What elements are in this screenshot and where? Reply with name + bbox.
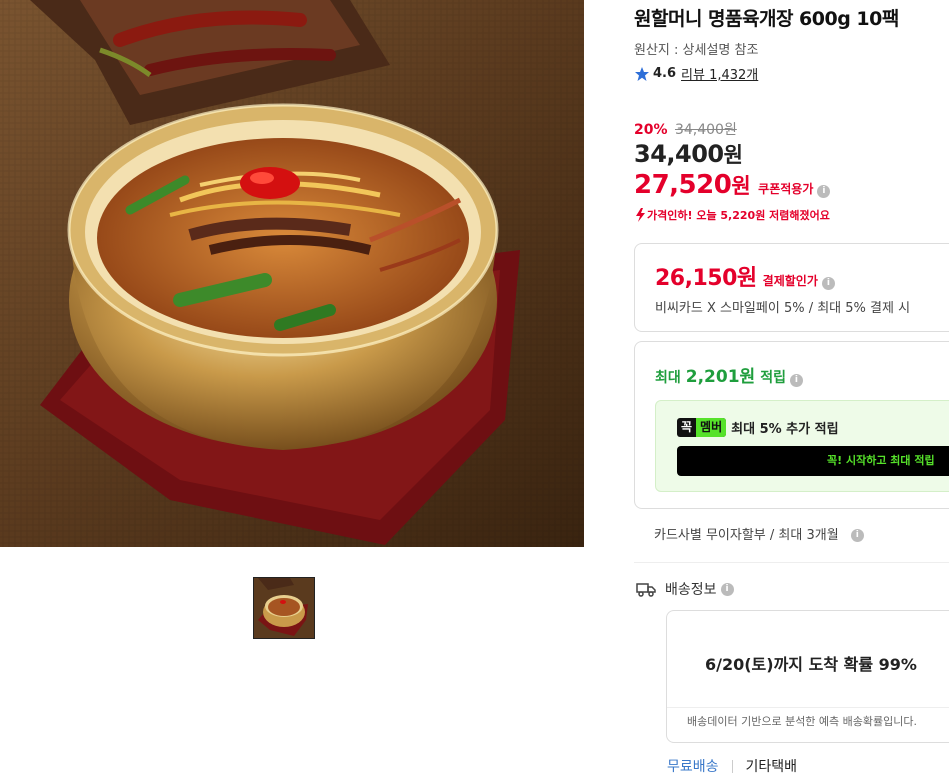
coupon-price-unit: 원 [731,174,751,198]
coupon-price-number: 27,520 [634,170,732,200]
card-discount-description: 비씨카드 X 스마일페이 5% / 최대 5% 결제 시 [655,301,911,316]
coupon-price-row: 27,520원 쿠폰적용가 i [634,170,831,200]
price-drop-text: 가격인하! 오늘 5,220원 저렴해졌어요 [647,209,830,222]
product-title: 원할머니 명품육개장 600g 10팩 [634,8,899,30]
shipping-estimate-box: 6/20(토)까지 도착 확률 99% 배송데이터 기반으로 분석한 예측 배송… [666,610,949,743]
info-icon[interactable]: i [850,529,864,542]
info-icon[interactable]: i [720,582,734,596]
membership-cta-button[interactable]: 꼭! 시작하고 최대 적립 [677,446,949,476]
reward-suffix: 적립 [760,370,786,386]
shipping-options: 무료배송 기타택배 [667,756,797,776]
card-price-unit: 원 [736,266,757,291]
card-price-row: 26,150원 결제할인가 i [655,260,835,292]
reward-box: 최대 2,201원 적립 i 꼭 멤버 최대 5% 추가 적립 꼭! 시작하고 … [634,341,949,509]
product-thumbnail[interactable] [253,577,315,639]
sale-price-unit: 원 [723,143,743,167]
price-drop-icon [636,208,645,222]
arrival-estimate: 6/20(토)까지 도착 확률 99% [705,655,917,674]
info-icon[interactable]: i [789,374,803,387]
discount-row: 20% 34,400원 [634,119,737,139]
sale-price-number: 34,400 [634,140,724,168]
section-divider [634,562,949,563]
card-discount-box[interactable]: 26,150원 결제할인가 i 비씨카드 X 스마일페이 5% / 최대 5% … [634,243,949,332]
installment-text: 카드사별 무이자할부 / 최대 3개월 [654,528,839,543]
card-discount-price: 26,150원 [655,260,757,292]
membership-text: 최대 5% 추가 적립 [731,422,839,437]
membership-promo-box: 꼭 멤버 최대 5% 추가 적립 꼭! 시작하고 최대 적립 [655,400,949,492]
product-main-image [0,0,584,547]
free-shipping-option[interactable]: 무료배송 [667,756,719,776]
product-info-panel: 원할머니 명품육개장 600g 10팩 원산지 : 상세설명 참조 4.6 리뷰… [634,0,949,781]
original-price: 34,400원 [674,122,737,138]
rating-row: 4.6 리뷰 1,432개 [634,64,758,83]
installment-info: 카드사별 무이자할부 / 최대 3개월 i [654,524,864,543]
star-icon [635,66,649,81]
shipping-note: 배송데이터 기반으로 분석한 예측 배송확률입니다. [667,707,949,742]
coupon-price: 27,520원 [634,170,751,200]
coupon-price-label: 쿠폰적용가 [758,182,814,196]
info-icon[interactable]: i [817,185,831,198]
card-price-number: 26,150 [655,266,737,291]
truck-icon [636,583,656,597]
membership-badge: 꼭 멤버 [677,418,727,437]
rating-score: 4.6 [653,66,677,81]
reward-prefix: 최대 [655,370,681,386]
discount-rate: 20% [634,122,668,138]
option-divider [731,759,733,773]
product-origin: 원산지 : 상세설명 참조 [634,43,759,58]
shipping-heading: 배송정보 i [636,579,734,599]
card-discount-label: 결제할인가 [762,274,818,288]
reward-amount: 2,201원 [685,367,756,387]
membership-badge-a: 꼭 [681,420,693,434]
membership-line: 꼭 멤버 최대 5% 추가 적립 [677,418,839,437]
reward-row: 최대 2,201원 적립 i [655,362,803,387]
price-drop-notice: 가격인하! 오늘 5,220원 저렴해졌어요 [634,207,830,223]
info-icon[interactable]: i [821,277,835,290]
sale-price: 34,400원 [634,139,743,169]
review-count-link[interactable]: 리뷰 1,432개 [681,64,758,83]
shipping-heading-text: 배송정보 [665,582,717,598]
courier-option[interactable]: 기타택배 [746,756,798,776]
membership-badge-b: 멤버 [696,418,727,437]
